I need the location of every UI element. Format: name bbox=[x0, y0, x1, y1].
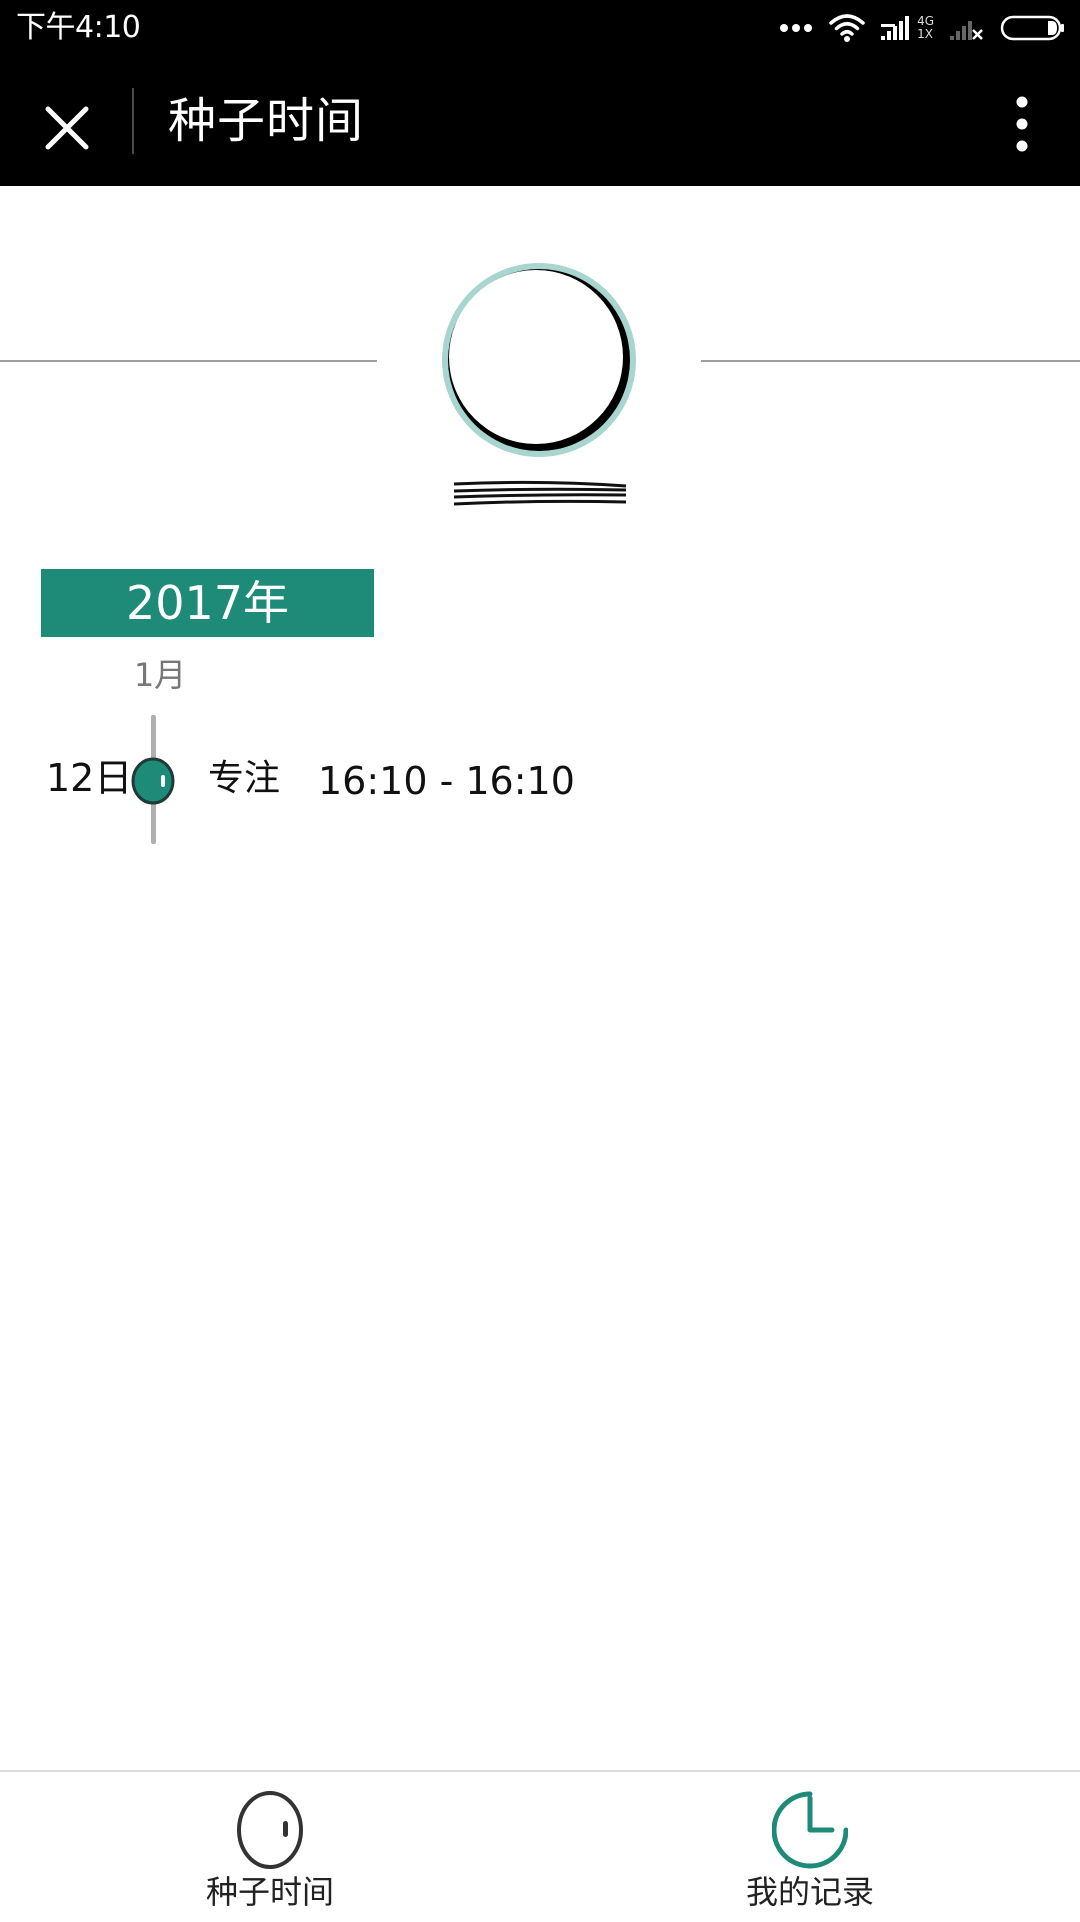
month-label: 1月 bbox=[133, 656, 187, 694]
entry-day: 12日 bbox=[46, 756, 133, 800]
more-dots-icon bbox=[779, 22, 813, 34]
clock-icon bbox=[772, 1788, 848, 1872]
status-icons: 4G 1X bbox=[763, 10, 1066, 46]
close-icon bbox=[44, 105, 90, 155]
profile-divider-right bbox=[701, 360, 1080, 362]
signal-4g-icon: 4G 1X bbox=[881, 14, 934, 42]
seed-dot-icon bbox=[130, 757, 176, 805]
avatar[interactable] bbox=[440, 261, 638, 459]
username-redaction-scribble bbox=[450, 476, 630, 512]
nav-my-records-label: 我的记录 bbox=[745, 1873, 874, 1911]
page-title: 种子时间 bbox=[168, 93, 365, 149]
battery-icon bbox=[1000, 14, 1066, 42]
status-time: 下午4:10 bbox=[16, 10, 141, 45]
wifi-icon bbox=[829, 13, 865, 43]
vertical-dots-icon bbox=[1015, 96, 1029, 156]
title-divider bbox=[132, 88, 134, 154]
more-menu-button[interactable] bbox=[982, 86, 1062, 166]
network-type-1x: 1X bbox=[917, 27, 933, 41]
signal-no-service-icon bbox=[950, 14, 984, 42]
bottom-nav: 种子时间 我的记录 bbox=[0, 1770, 1080, 1922]
nav-seed-time[interactable]: 种子时间 bbox=[120, 1786, 420, 1916]
year-badge: 2017年 bbox=[41, 569, 374, 637]
status-bar: 下午4:10 4G 1X bbox=[0, 0, 1080, 56]
nav-my-records[interactable]: 我的记录 bbox=[660, 1786, 960, 1916]
title-bar: 种子时间 bbox=[0, 56, 1080, 186]
nav-seed-time-label: 种子时间 bbox=[205, 1873, 334, 1911]
close-button[interactable] bbox=[22, 85, 112, 175]
seed-icon bbox=[232, 1788, 308, 1872]
entry-time-range: 16:10 - 16:10 bbox=[318, 759, 575, 803]
entry-type: 专注 bbox=[208, 758, 281, 799]
profile-divider-left bbox=[0, 360, 377, 362]
